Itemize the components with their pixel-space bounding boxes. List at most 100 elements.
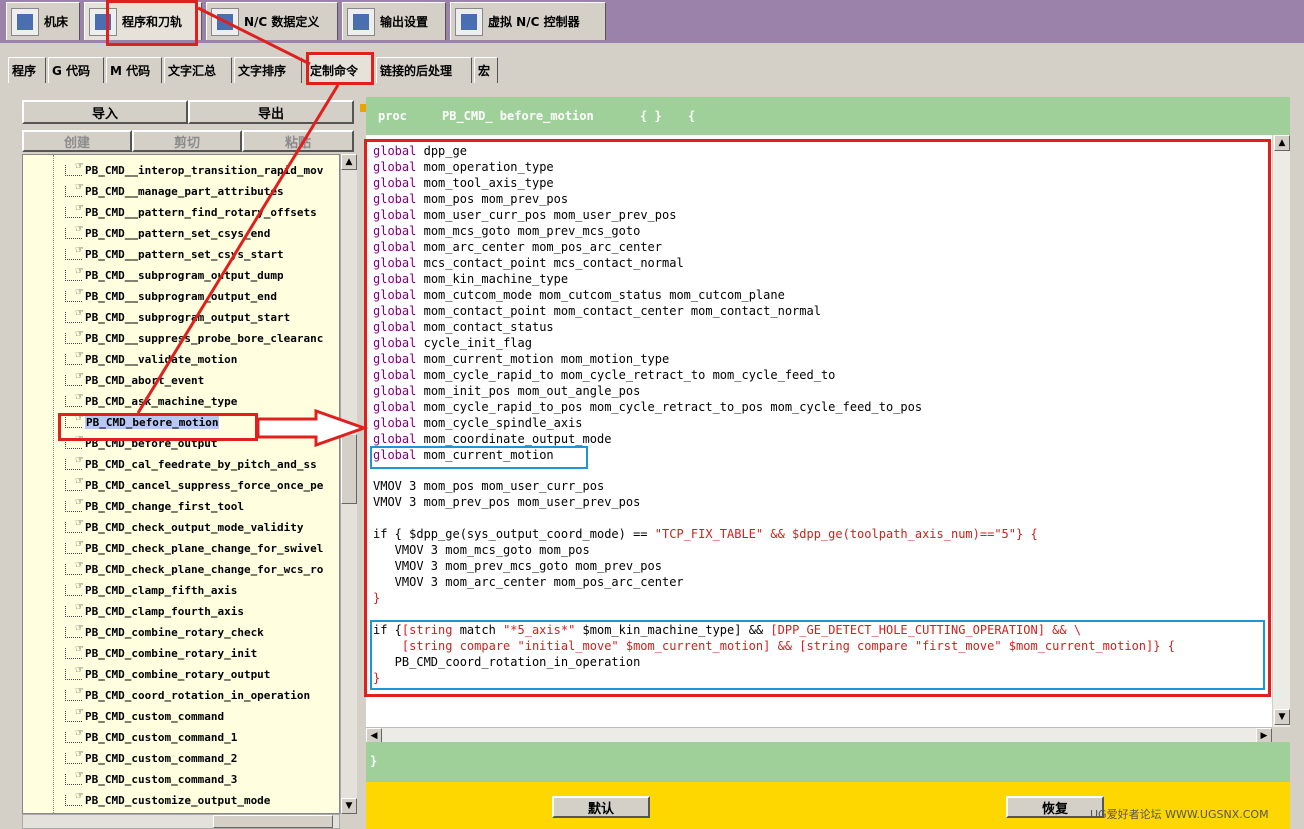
- subtab-label: 链接的后处理: [380, 64, 453, 78]
- tree-item[interactable]: PB_CMD_cal_feedrate_by_pitch_and_ss: [65, 455, 317, 473]
- tab-virtual-nc[interactable]: 虚拟 N/C 控制器: [450, 2, 606, 40]
- command-node-icon: [65, 686, 84, 701]
- subtab-word-sequence[interactable]: 文字排序: [234, 57, 302, 83]
- tree-item[interactable]: PB_CMD__subprogram_output_dump: [65, 266, 284, 284]
- tree-horizontal-scrollbar[interactable]: [22, 814, 340, 829]
- default-button[interactable]: 默认: [552, 796, 650, 818]
- subtab-g-code[interactable]: G 代码: [48, 57, 104, 83]
- tree-item[interactable]: PB_CMD__manage_part_attributes: [65, 182, 284, 200]
- create-button[interactable]: 创建: [22, 130, 132, 152]
- tab-machine[interactable]: 机床: [6, 2, 80, 40]
- tree-item-label: PB_CMD__pattern_find_rotary_offsets: [85, 205, 317, 219]
- tree-item-label: PB_CMD__validate_motion: [85, 352, 238, 366]
- tree-item-label: PB_CMD_combine_rotary_output: [85, 667, 271, 681]
- export-button[interactable]: 导出: [188, 100, 354, 124]
- code-segment: [DPP_GE_DETECT_HOLE_CUTTING_OPERATION] &…: [770, 623, 1082, 637]
- code-segment: mom_tool_axis_type: [423, 176, 554, 190]
- cut-button[interactable]: 剪切: [132, 130, 242, 152]
- tree-item[interactable]: PB_CMD__pattern_set_csys_end: [65, 224, 270, 242]
- tree-item-label: PB_CMD__pattern_set_csys_start: [85, 247, 284, 261]
- tree-item[interactable]: PB_CMD_custom_command_2: [65, 749, 237, 767]
- tree-item[interactable]: PB_CMD_clamp_fifth_axis: [65, 581, 237, 599]
- tree-item-label: PB_CMD__interop_transition_rapid_mov: [85, 163, 324, 177]
- tree-item[interactable]: PB_CMD__suppress_probe_bore_clearanc: [65, 329, 323, 347]
- code-line: PB_CMD_coord_rotation_in_operation: [373, 655, 641, 669]
- subtab-m-code[interactable]: M 代码: [106, 57, 162, 83]
- tree-item[interactable]: PB_CMD_combine_rotary_init: [65, 644, 257, 662]
- paste-button[interactable]: 粘贴: [242, 130, 354, 152]
- code-line: [string compare "initial_move" $mom_curr…: [373, 639, 1175, 653]
- tree-item[interactable]: PB_CMD_abort_event: [65, 371, 204, 389]
- tree-item[interactable]: PB_CMD_combine_rotary_check: [65, 623, 264, 641]
- code-keyword: global: [373, 384, 417, 398]
- tree-item[interactable]: PB_CMD_before_output: [65, 434, 217, 452]
- code-keyword: global: [373, 368, 417, 382]
- import-button[interactable]: 导入: [22, 100, 188, 124]
- editor-vertical-scrollbar[interactable]: ▲ ▼: [1273, 135, 1290, 727]
- command-node-icon: [65, 455, 84, 470]
- code-keyword: global: [373, 272, 417, 286]
- tree-scrollbar[interactable]: ▲ ▼: [340, 154, 357, 814]
- scroll-up-arrow-icon[interactable]: ▲: [341, 154, 357, 170]
- subtab-custom-command[interactable]: 定制命令: [306, 55, 372, 85]
- controller-icon: [455, 7, 483, 36]
- proc-args: { }: [640, 109, 662, 123]
- code-editor[interactable]: global dpp_ge global mom_operation_type gl…: [366, 135, 1272, 727]
- tree-item[interactable]: PB_CMD_cancel_suppress_force_once_pe: [65, 476, 323, 494]
- h-scroll-thumb[interactable]: [213, 815, 333, 828]
- subtab-program[interactable]: 程序: [8, 57, 46, 83]
- command-node-icon: [65, 623, 84, 638]
- tree-item[interactable]: PB_CMD__validate_motion: [65, 350, 237, 368]
- command-tree[interactable]: PB_CMD__interop_transition_rapid_mov PB_C…: [22, 154, 340, 814]
- code-segment: mom_coordinate_output_mode: [423, 432, 612, 446]
- scroll-down-arrow-icon[interactable]: ▼: [1274, 709, 1290, 725]
- tree-item[interactable]: PB_CMD__subprogram_output_start: [65, 308, 290, 326]
- code-line: VMOV 3 mom_mcs_goto mom_pos: [373, 543, 590, 557]
- tab-output-settings[interactable]: 输出设置: [342, 2, 446, 40]
- tree-item[interactable]: PB_CMD_custom_command_3: [65, 770, 237, 788]
- tree-item-label: PB_CMD_combine_rotary_check: [85, 625, 264, 639]
- scroll-thumb[interactable]: [341, 434, 357, 504]
- subtab-linked-post[interactable]: 链接的后处理: [376, 57, 472, 83]
- tree-item[interactable]: PB_CMD__pattern_set_csys_start: [65, 245, 284, 263]
- tree-item[interactable]: PB_CMD_check_plane_change_for_wcs_ro: [65, 560, 323, 578]
- code-segment: if {: [373, 623, 402, 637]
- subtab-word-summary[interactable]: 文字汇总: [164, 57, 232, 83]
- code-line: }: [373, 591, 381, 605]
- editor-horizontal-scrollbar[interactable]: ◀ ▶: [366, 727, 1272, 744]
- subtab-macro[interactable]: 宏: [474, 57, 498, 83]
- tree-item-label: PB_CMD_before_output: [85, 436, 218, 450]
- tree-item[interactable]: PB_CMD_custom_command_1: [65, 728, 237, 746]
- tab-program-toolpath[interactable]: 程序和刀轨: [84, 2, 202, 40]
- tree-item[interactable]: PB_CMD__interop_transition_rapid_mov: [65, 161, 323, 179]
- tree-item[interactable]: PB_CMD_coord_rotation_in_operation: [65, 686, 310, 704]
- code-line: VMOV 3 mom_prev_pos mom_user_prev_pos: [373, 495, 641, 509]
- tree-item[interactable]: PB_CMD_change_first_tool: [65, 497, 244, 515]
- code-segment: mom_kin_machine_type: [423, 272, 569, 286]
- command-node-icon: [65, 518, 84, 533]
- command-node-icon: [65, 581, 84, 596]
- code-line: global mom_current_motion mom_motion_typ…: [373, 351, 669, 367]
- tree-item[interactable]: PB_CMD_check_plane_change_for_swivel: [65, 539, 323, 557]
- code-segment: mom_contact_point mom_contact_center mom…: [423, 304, 821, 318]
- tree-item-label: PB_CMD_clamp_fifth_axis: [85, 583, 238, 597]
- tree-item-label: PB_CMD__subprogram_output_start: [85, 310, 291, 324]
- tree-item[interactable]: PB_CMD_clamp_fourth_axis: [65, 602, 244, 620]
- tree-item[interactable]: PB_CMD_custom_command: [65, 707, 224, 725]
- scroll-down-arrow-icon[interactable]: ▼: [341, 798, 357, 814]
- tree-item-label: PB_CMD_combine_rotary_init: [85, 646, 258, 660]
- tree-item-selected[interactable]: PB_CMD_before_motion: [65, 413, 220, 431]
- tree-item[interactable]: PB_CMD_customize_output_mode: [65, 791, 270, 809]
- tree-item[interactable]: PB_CMD__subprogram_output_end: [65, 287, 277, 305]
- tree-item[interactable]: PB_CMD_check_output_mode_validity: [65, 518, 304, 536]
- watermark: UG爱好者论坛 WWW.UGSNX.COM: [1090, 808, 1269, 821]
- code-segment: mom_mcs_goto mom_prev_mcs_goto: [423, 224, 641, 238]
- tree-item[interactable]: PB_CMD__pattern_find_rotary_offsets: [65, 203, 317, 221]
- tree-item[interactable]: PB_CMD_combine_rotary_output: [65, 665, 270, 683]
- proc-keyword: proc: [378, 109, 407, 123]
- code-line: VMOV 3 mom_arc_center mom_pos_arc_center: [373, 575, 684, 589]
- tree-item[interactable]: PB_CMD_ask_machine_type: [65, 392, 237, 410]
- tab-nc-data[interactable]: N/C 数据定义: [206, 2, 338, 40]
- scroll-up-arrow-icon[interactable]: ▲: [1274, 135, 1290, 151]
- tree-item-label: PB_CMD_before_motion: [85, 415, 220, 429]
